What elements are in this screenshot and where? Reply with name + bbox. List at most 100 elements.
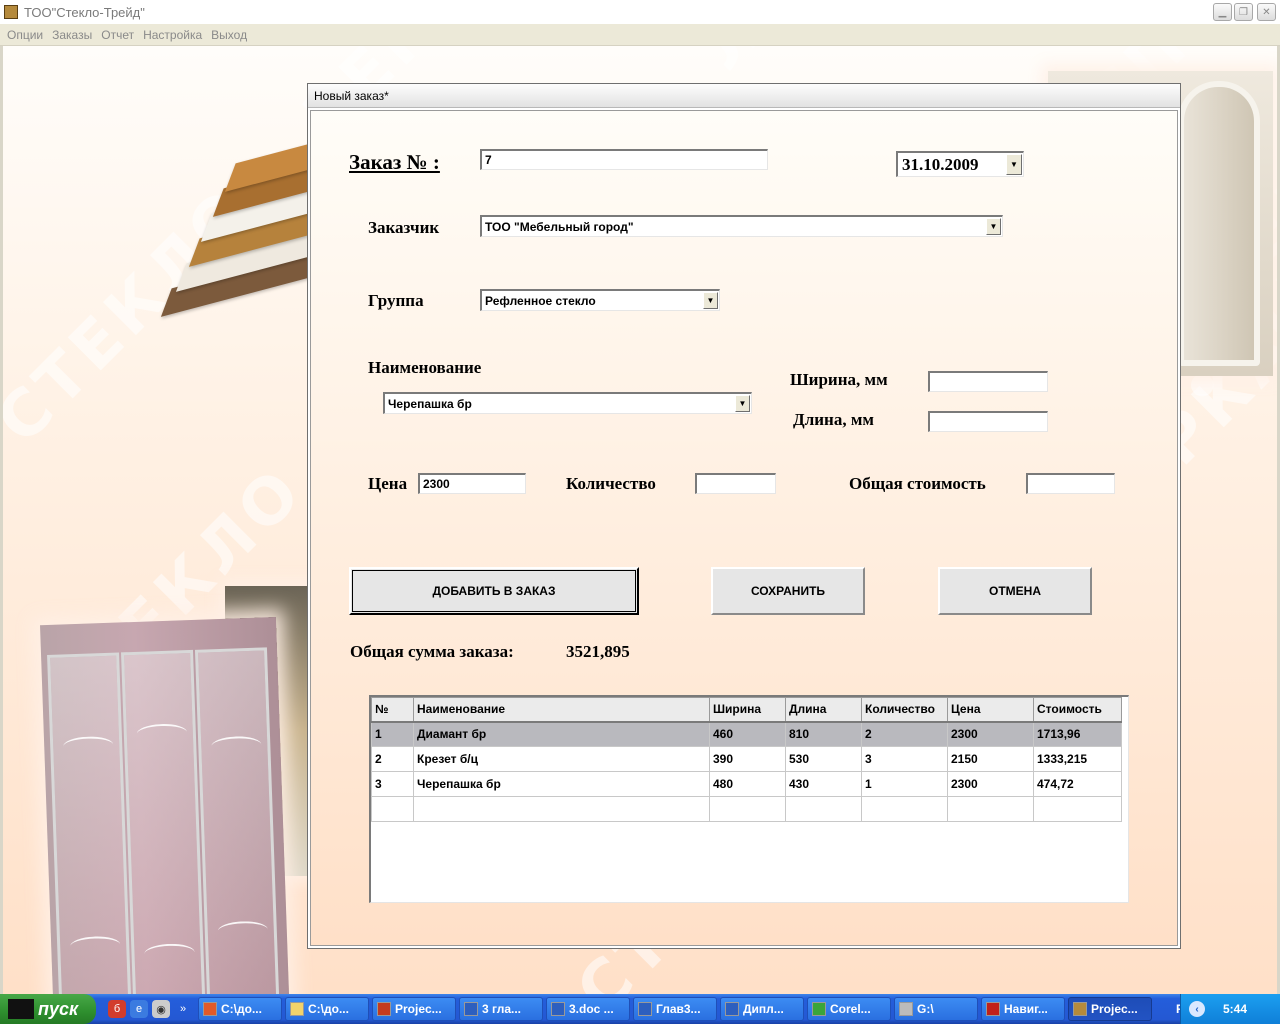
taskbar-item[interactable]: 3.doc ...: [546, 997, 630, 1021]
quantity-label: Количество: [566, 474, 656, 493]
save-button[interactable]: СОХРАНИТЬ: [711, 567, 865, 615]
column-header[interactable]: Наименование: [413, 697, 710, 723]
task-label: 3.doc ...: [569, 1002, 614, 1016]
app-icon: [4, 5, 18, 19]
order-number-input[interactable]: 7: [480, 149, 768, 170]
width-input[interactable]: [928, 371, 1048, 392]
cell: 2300: [947, 721, 1034, 747]
folder-icon: [290, 1002, 304, 1016]
maximize-icon[interactable]: ❐: [1234, 3, 1253, 21]
chevron-down-icon[interactable]: ▼: [986, 218, 1001, 235]
group-label: Группа: [368, 291, 424, 310]
main-title-bar: ТОО"Стекло-Трейд" ▁ ❐ ✕: [0, 0, 1280, 24]
column-header[interactable]: №: [371, 697, 414, 723]
task-label: Corel...: [830, 1002, 871, 1016]
task-label: Глав3...: [656, 1002, 701, 1016]
price-input[interactable]: 2300: [418, 473, 526, 494]
taskbar-item[interactable]: G:\: [894, 997, 978, 1021]
taskbar-item[interactable]: C:\до...: [285, 997, 369, 1021]
taskbar-item[interactable]: C:\до...: [198, 997, 282, 1021]
media-player-icon[interactable]: ◉: [152, 1000, 170, 1018]
cell: 390: [709, 746, 786, 772]
chevron-down-icon[interactable]: ▼: [703, 292, 718, 309]
boards-image: [148, 116, 400, 317]
menu-options[interactable]: Опции: [7, 28, 43, 42]
chevron-down-icon[interactable]: ▼: [735, 395, 750, 412]
column-header[interactable]: Ширина: [709, 697, 786, 723]
taskbar-item[interactable]: Projec...: [372, 997, 456, 1021]
taskbar-item-active[interactable]: Projec...: [1068, 997, 1152, 1021]
ie-icon[interactable]: e: [130, 1000, 148, 1018]
customer-select[interactable]: ТОО "Мебельный город" ▼: [480, 215, 1003, 237]
cell: 460: [709, 721, 786, 747]
opera-icon[interactable]: б: [108, 1000, 126, 1018]
task-label: Дипл...: [743, 1002, 784, 1016]
order-items-grid[interactable]: № Наименование Ширина Длина Количество Ц…: [369, 695, 1129, 903]
menu-exit[interactable]: Выход: [211, 28, 247, 42]
name-select[interactable]: Черепашка бр ▼: [383, 392, 752, 414]
close-icon[interactable]: ✕: [1257, 3, 1276, 21]
column-header[interactable]: Стоимость: [1033, 697, 1122, 723]
date-picker[interactable]: 31.10.2009 ▼: [896, 151, 1024, 177]
opera-icon: [203, 1002, 217, 1016]
group-select[interactable]: Рефленное стекло ▼: [480, 289, 720, 311]
taskbar-item[interactable]: Глав3...: [633, 997, 717, 1021]
cell: Черепашка бр: [413, 771, 710, 797]
menu-orders[interactable]: Заказы: [52, 28, 92, 42]
cell: 480: [709, 771, 786, 797]
cell: [413, 796, 710, 822]
navigator-icon: [986, 1002, 1000, 1016]
menu-report[interactable]: Отчет: [101, 28, 134, 42]
cell: [371, 796, 414, 822]
taskbar: пуск б e ◉ » C:\до... C:\до... Projec...…: [0, 994, 1280, 1024]
taskbar-item[interactable]: Навиг...: [981, 997, 1065, 1021]
task-label: C:\до...: [308, 1002, 349, 1016]
window-title: ТОО"Стекло-Трейд": [24, 4, 145, 20]
cell: [709, 796, 786, 822]
taskbar-item[interactable]: Дипл...: [720, 997, 804, 1021]
cell: 3: [371, 771, 414, 797]
table-row[interactable]: 3 Черепашка бр 480 430 1 2300 474,72: [371, 771, 1122, 797]
cell: [1033, 796, 1122, 822]
column-header[interactable]: Длина: [785, 697, 862, 723]
minimize-icon[interactable]: ▁: [1213, 3, 1232, 21]
cell: 2: [861, 721, 948, 747]
start-label: пуск: [38, 998, 79, 1019]
word-icon: [551, 1002, 565, 1016]
table-row-new[interactable]: [371, 796, 1122, 822]
system-tray: ‹ 5:44: [1180, 994, 1280, 1024]
total-cost-input[interactable]: [1026, 473, 1115, 494]
quantity-input[interactable]: [695, 473, 776, 494]
cell: 1713,96: [1033, 721, 1122, 747]
wardrobe-image: [40, 617, 290, 994]
menu-settings[interactable]: Настройка: [143, 28, 202, 42]
table-row[interactable]: 2 Крезет б/ц 390 530 3 2150 1333,215: [371, 746, 1122, 772]
add-to-order-button[interactable]: ДОБАВИТЬ В ЗАКАЗ: [349, 567, 639, 615]
length-input[interactable]: [928, 411, 1048, 432]
column-header[interactable]: Цена: [947, 697, 1034, 723]
task-label: Projec...: [1091, 1002, 1138, 1016]
chevron-right-icon[interactable]: »: [174, 1000, 192, 1018]
column-header[interactable]: Количество: [861, 697, 948, 723]
cell: [861, 796, 948, 822]
price-label: Цена: [368, 474, 408, 493]
clock: 5:44: [1223, 1002, 1248, 1016]
cell: 430: [785, 771, 862, 797]
order-number-label: Заказ № :: [349, 150, 440, 174]
cell: 3: [861, 746, 948, 772]
taskbar-item[interactable]: Corel...: [807, 997, 891, 1021]
window-controls: ▁ ❐ ✕: [1213, 3, 1276, 21]
cell: 530: [785, 746, 862, 772]
chevron-left-icon[interactable]: ‹: [1189, 1001, 1205, 1017]
quick-launch: б e ◉ »: [108, 1000, 192, 1018]
word-icon: [638, 1002, 652, 1016]
total-cost-label: Общая стоимость: [849, 474, 986, 493]
taskbar-item[interactable]: 3 гла...: [459, 997, 543, 1021]
order-sum-label: Общая сумма заказа:: [350, 642, 514, 661]
chevron-down-icon[interactable]: ▼: [1006, 154, 1022, 175]
date-value: 31.10.2009: [902, 155, 979, 174]
table-row[interactable]: 1 Диамант бр 460 810 2 2300 1713,96: [371, 721, 1122, 747]
order-sum-value: 3521,895: [566, 642, 630, 661]
start-button[interactable]: пуск: [0, 994, 96, 1024]
cancel-button[interactable]: ОТМЕНА: [938, 567, 1092, 615]
